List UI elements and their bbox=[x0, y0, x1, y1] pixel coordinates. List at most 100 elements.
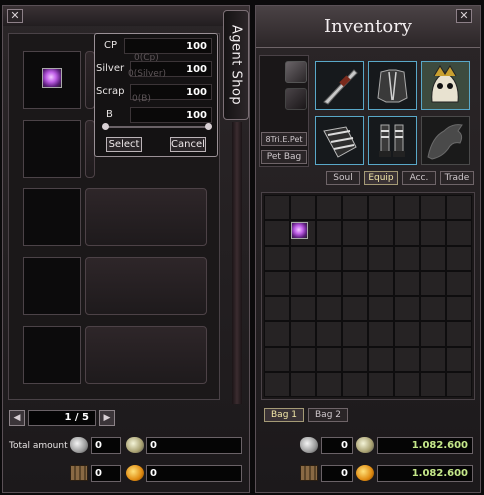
price-slider-track[interactable] bbox=[104, 126, 210, 128]
inventory-cell[interactable] bbox=[368, 195, 394, 221]
next-page-button[interactable]: ▶ bbox=[99, 410, 115, 426]
inventory-cell[interactable] bbox=[394, 321, 420, 347]
inventory-cell[interactable] bbox=[316, 371, 342, 397]
mount-slot[interactable] bbox=[421, 116, 470, 165]
item-slot[interactable] bbox=[23, 120, 81, 178]
inventory-cell[interactable] bbox=[368, 346, 394, 372]
pet-slot-2[interactable] bbox=[285, 88, 307, 110]
inventory-cell[interactable] bbox=[264, 346, 290, 372]
inventory-cell[interactable] bbox=[342, 321, 368, 347]
price-slider-handle-right[interactable] bbox=[205, 123, 212, 130]
inventory-cell[interactable] bbox=[368, 296, 394, 322]
price-input-b[interactable]: 100 bbox=[130, 107, 212, 123]
inventory-cell[interactable] bbox=[420, 220, 446, 246]
inventory-cell[interactable] bbox=[264, 220, 290, 246]
inventory-cell[interactable] bbox=[394, 296, 420, 322]
inventory-cell[interactable] bbox=[446, 220, 472, 246]
inventory-cell[interactable] bbox=[264, 321, 290, 347]
inventory-cell[interactable] bbox=[264, 245, 290, 271]
pet-slot-1[interactable] bbox=[285, 61, 307, 83]
tab-soul[interactable]: Soul bbox=[326, 171, 360, 185]
inventory-cell[interactable] bbox=[316, 220, 342, 246]
gloves-slot[interactable] bbox=[315, 116, 364, 165]
inventory-cell[interactable] bbox=[316, 270, 342, 296]
inventory-cell[interactable] bbox=[290, 346, 316, 372]
inventory-cell[interactable] bbox=[290, 296, 316, 322]
inventory-cell[interactable] bbox=[420, 346, 446, 372]
inventory-cell[interactable] bbox=[420, 245, 446, 271]
inventory-cell[interactable] bbox=[316, 321, 342, 347]
inventory-cell[interactable] bbox=[394, 245, 420, 271]
orb-item-icon[interactable] bbox=[42, 68, 62, 88]
inventory-cell[interactable] bbox=[290, 245, 316, 271]
inventory-cell[interactable] bbox=[290, 270, 316, 296]
boots-slot[interactable] bbox=[368, 116, 417, 165]
inventory-cell[interactable] bbox=[264, 371, 290, 397]
inventory-cell[interactable] bbox=[290, 321, 316, 347]
price-input-cp[interactable]: 100 bbox=[124, 38, 212, 54]
inventory-cell[interactable] bbox=[446, 296, 472, 322]
inventory-cell[interactable] bbox=[342, 346, 368, 372]
inventory-cell[interactable] bbox=[368, 270, 394, 296]
listing-bar[interactable] bbox=[85, 326, 207, 384]
inventory-cell[interactable] bbox=[446, 321, 472, 347]
inventory-cell[interactable] bbox=[316, 296, 342, 322]
price-slider-handle-left[interactable] bbox=[102, 123, 109, 130]
inventory-cell[interactable] bbox=[316, 195, 342, 221]
inventory-cell[interactable] bbox=[264, 296, 290, 322]
inventory-cell[interactable] bbox=[290, 371, 316, 397]
tab-bag-2[interactable]: Bag 2 bbox=[308, 408, 348, 422]
inventory-cell[interactable] bbox=[368, 220, 394, 246]
item-slot[interactable] bbox=[23, 257, 81, 315]
inventory-cell[interactable] bbox=[420, 296, 446, 322]
inventory-cell[interactable] bbox=[420, 321, 446, 347]
tab-equip[interactable]: Equip bbox=[364, 171, 398, 185]
weapon-dagger-slot[interactable] bbox=[315, 61, 364, 110]
inventory-cell[interactable] bbox=[420, 371, 446, 397]
inventory-cell[interactable] bbox=[342, 296, 368, 322]
agent-shop-close-button[interactable]: ✕ bbox=[7, 9, 23, 23]
inventory-cell[interactable] bbox=[394, 270, 420, 296]
inventory-cell[interactable] bbox=[446, 346, 472, 372]
tab-pet-equip[interactable]: 8Tri.E.Pet bbox=[261, 132, 307, 146]
inventory-cell[interactable] bbox=[368, 371, 394, 397]
inventory-cell[interactable] bbox=[446, 245, 472, 271]
inventory-close-button[interactable]: ✕ bbox=[456, 9, 472, 23]
silver-balance-big: 1.082.600 bbox=[377, 437, 473, 454]
tab-acc[interactable]: Acc. bbox=[402, 171, 436, 185]
orb-item-icon[interactable] bbox=[291, 222, 308, 239]
prev-page-button[interactable]: ◀ bbox=[9, 410, 25, 426]
inventory-cell[interactable] bbox=[368, 321, 394, 347]
inventory-cell[interactable] bbox=[394, 195, 420, 221]
inventory-cell[interactable] bbox=[316, 346, 342, 372]
listing-bar[interactable] bbox=[85, 257, 207, 315]
tab-pet-bag[interactable]: Pet Bag bbox=[261, 150, 307, 164]
inventory-cell[interactable] bbox=[342, 220, 368, 246]
inventory-cell[interactable] bbox=[342, 195, 368, 221]
inventory-cell[interactable] bbox=[446, 195, 472, 221]
inventory-cell[interactable] bbox=[342, 270, 368, 296]
inventory-cell[interactable] bbox=[368, 245, 394, 271]
cancel-button[interactable]: Cancel bbox=[170, 137, 206, 152]
inventory-cell[interactable] bbox=[264, 270, 290, 296]
item-slot[interactable] bbox=[23, 188, 81, 246]
item-slot[interactable] bbox=[23, 326, 81, 384]
inventory-cell[interactable] bbox=[420, 270, 446, 296]
select-button[interactable]: Select bbox=[106, 137, 142, 152]
inventory-cell[interactable] bbox=[264, 195, 290, 221]
inventory-cell[interactable] bbox=[342, 245, 368, 271]
inventory-cell[interactable] bbox=[290, 195, 316, 221]
inventory-cell[interactable] bbox=[394, 220, 420, 246]
helmet-slot[interactable] bbox=[421, 61, 470, 110]
tab-bag-1[interactable]: Bag 1 bbox=[264, 408, 304, 422]
inventory-cell[interactable] bbox=[316, 245, 342, 271]
listing-bar[interactable] bbox=[85, 188, 207, 246]
inventory-cell[interactable] bbox=[446, 270, 472, 296]
inventory-cell[interactable] bbox=[420, 195, 446, 221]
inventory-cell[interactable] bbox=[446, 371, 472, 397]
armor-top-slot[interactable] bbox=[368, 61, 417, 110]
tab-trade[interactable]: Trade bbox=[440, 171, 474, 185]
inventory-cell[interactable] bbox=[394, 371, 420, 397]
inventory-cell[interactable] bbox=[342, 371, 368, 397]
inventory-cell[interactable] bbox=[394, 346, 420, 372]
